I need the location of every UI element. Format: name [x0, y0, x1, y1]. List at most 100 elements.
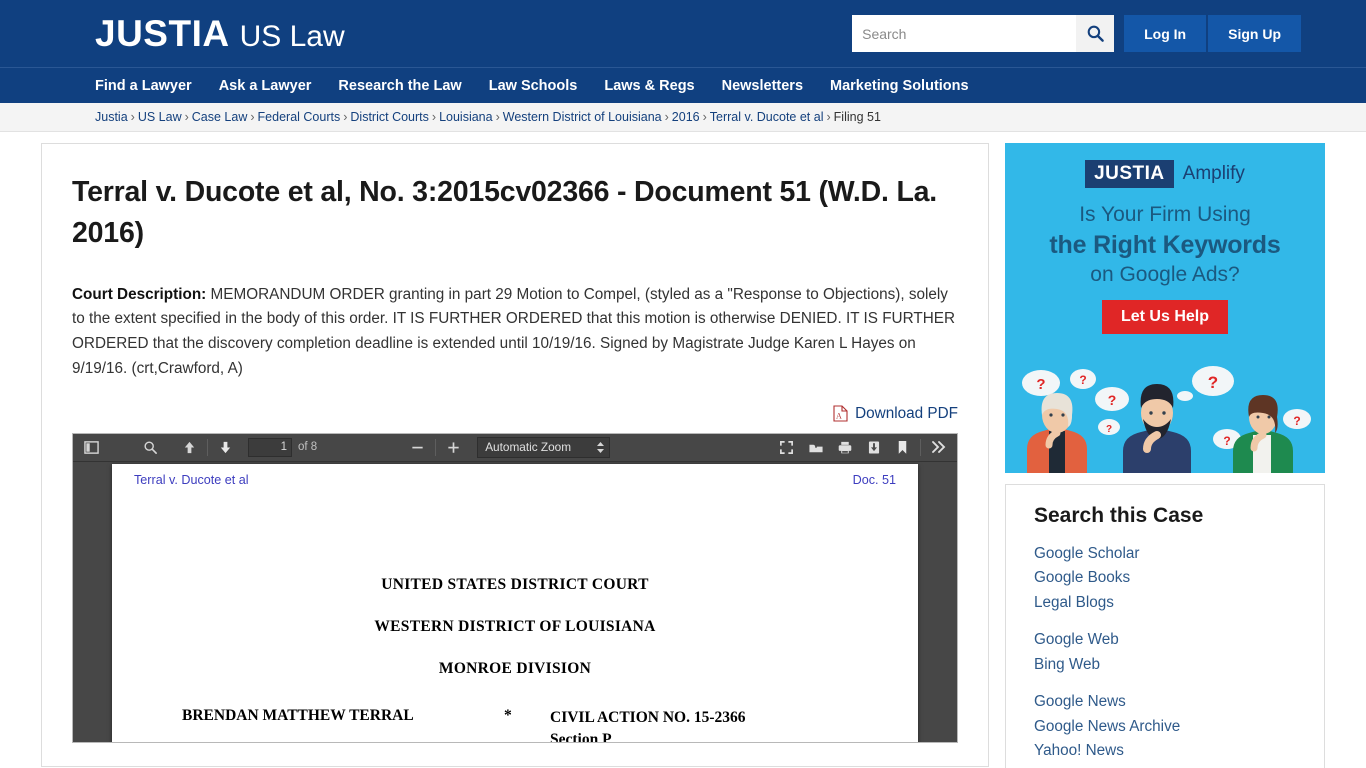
fullscreen-icon — [780, 440, 793, 454]
main-navigation: Find a Lawyer Ask a Lawyer Research the … — [0, 67, 1366, 103]
pdf-toolbar: of 8 Automatic Zoom — [73, 433, 957, 462]
header-search[interactable] — [852, 15, 1115, 52]
open-file-button[interactable] — [801, 435, 830, 459]
breadcrumb-item-case-law[interactable]: Case Law — [192, 110, 248, 124]
nav-item-law-schools[interactable]: Law Schools — [489, 78, 578, 94]
svg-text:?: ? — [1223, 434, 1230, 448]
sidebar-link-google-news-archive[interactable]: Google News Archive — [1034, 715, 1296, 739]
find-button[interactable] — [136, 435, 165, 459]
more-tools-button[interactable] — [924, 435, 953, 459]
ad-justia-logo: JUSTIA — [1085, 160, 1174, 188]
nav-item-newsletters[interactable]: Newsletters — [722, 78, 803, 94]
breadcrumb-separator: › — [664, 110, 669, 124]
pdf-page-1: Terral v. Ducote et al Doc. 51 UNITED ST… — [112, 463, 918, 743]
logo-justia-text: JUSTIA — [95, 13, 230, 54]
zoom-select-label: Automatic Zoom — [485, 440, 572, 455]
ad-headline-line-1: Is Your Firm Using — [1079, 203, 1251, 226]
pdf-court-line-1: UNITED STATES DISTRICT COURT — [381, 575, 649, 593]
sidebar-link-legal-blogs[interactable]: Legal Blogs — [1034, 591, 1296, 615]
ad-headline-line-3: on Google Ads? — [1090, 263, 1240, 286]
breadcrumb-item-terral-v-ducote[interactable]: Terral v. Ducote et al — [710, 110, 824, 124]
nav-item-find-a-lawyer[interactable]: Find a Lawyer — [95, 78, 192, 94]
pdf-civil-action-number: CIVIL ACTION NO. 15-2366 — [550, 708, 746, 726]
breadcrumb-item-federal-courts[interactable]: Federal Courts — [258, 110, 341, 124]
page-count-label: of 8 — [298, 441, 318, 454]
logo-subtitle-text: US Law — [239, 20, 345, 53]
breadcrumb: Justia › US Law › Case Law › Federal Courts › Di… — [32, 110, 1334, 124]
download-button[interactable] — [859, 435, 888, 459]
breadcrumb-separator: › — [343, 110, 348, 124]
nav-item-marketing-solutions[interactable]: Marketing Solutions — [830, 78, 969, 94]
svg-text:A: A — [836, 412, 842, 421]
svg-text:?: ? — [1106, 424, 1112, 435]
download-pdf-label: Download PDF — [855, 404, 958, 422]
breadcrumb-item-justia[interactable]: Justia — [95, 110, 128, 124]
pdf-party-name: BRENDAN MATTHEW TERRAL — [182, 706, 414, 724]
svg-text:?: ? — [1079, 373, 1086, 387]
page-body: Terral v. Ducote et al, No. 3:2015cv0236… — [32, 132, 1334, 768]
open-file-icon — [808, 441, 823, 452]
zoom-in-button[interactable] — [439, 435, 468, 459]
ad-headline-line-2: the Right Keywords — [1049, 231, 1281, 259]
zoom-select[interactable]: Automatic Zoom — [477, 436, 611, 458]
select-spinner-icon — [597, 441, 605, 453]
pdf-section: Section P — [550, 731, 612, 743]
pdf-file-icon: A — [833, 405, 848, 422]
right-sidebar: JUSTIA Amplify Is Your Firm Using the Ri… — [1005, 143, 1325, 768]
search-this-case-card: Search this Case Google Scholar Google B… — [1005, 484, 1325, 768]
search-input[interactable] — [852, 15, 1077, 52]
nav-item-research-the-law[interactable]: Research the Law — [338, 78, 461, 94]
plus-icon — [448, 442, 459, 453]
site-logo[interactable]: JUSTIA US Law — [41, 15, 345, 52]
ad-brand-row: JUSTIA Amplify — [1005, 143, 1325, 188]
sidebar-link-yahoo-news[interactable]: Yahoo! News — [1034, 739, 1296, 763]
sidebar-link-google-web[interactable]: Google Web — [1034, 628, 1296, 652]
zoom-out-button[interactable] — [403, 435, 432, 459]
breadcrumb-item-western-district-of-louisiana[interactable]: Western District of Louisiana — [503, 110, 662, 124]
pdf-header-doc-number: Doc. 51 — [852, 472, 896, 487]
page-title: Terral v. Ducote et al, No. 3:2015cv0236… — [72, 176, 938, 250]
toolbar-divider — [920, 438, 921, 456]
login-button[interactable]: Log In — [1124, 15, 1207, 52]
breadcrumb-item-2016[interactable]: 2016 — [672, 110, 700, 124]
previous-page-button[interactable] — [175, 435, 204, 459]
breadcrumb-item-louisiana[interactable]: Louisiana — [439, 110, 493, 124]
svg-text:?: ? — [1293, 414, 1300, 428]
bookmark-button[interactable] — [888, 435, 917, 459]
arrow-down-icon — [220, 441, 231, 453]
svg-text:?: ? — [1208, 373, 1218, 392]
nav-item-ask-a-lawyer[interactable]: Ask a Lawyer — [219, 78, 312, 94]
search-button[interactable] — [1076, 15, 1115, 52]
ad-amplify-label: Amplify — [1182, 163, 1245, 184]
next-page-button[interactable] — [211, 435, 240, 459]
sidebar-link-google-news[interactable]: Google News — [1034, 690, 1296, 714]
chevron-double-right-icon — [931, 441, 945, 454]
bookmark-icon — [898, 440, 907, 454]
magnifier-icon — [144, 441, 157, 454]
sidebar-link-google-scholar[interactable]: Google Scholar — [1034, 542, 1296, 566]
breadcrumb-current: Filing 51 — [833, 110, 881, 124]
sidebar-group-divider — [1034, 615, 1296, 628]
presentation-mode-button[interactable] — [772, 435, 801, 459]
pdf-canvas-area[interactable]: Terral v. Ducote et al Doc. 51 UNITED ST… — [73, 461, 957, 743]
pdf-caption-star: * — [504, 706, 512, 724]
pdf-case-caption: BRENDAN MATTHEW TERRAL * CIVIL ACTION NO… — [134, 706, 896, 743]
nav-item-laws-and-regs[interactable]: Laws & Regs — [604, 78, 694, 94]
ad-cta-button[interactable]: Let Us Help — [1101, 300, 1228, 334]
breadcrumb-item-us-law[interactable]: US Law — [138, 110, 182, 124]
pdf-header-case-name: Terral v. Ducote et al — [134, 472, 249, 487]
search-icon — [1087, 25, 1104, 42]
print-button[interactable] — [830, 435, 859, 459]
advertisement-justia-amplify[interactable]: JUSTIA Amplify Is Your Firm Using the Ri… — [1005, 143, 1325, 473]
download-pdf-link[interactable]: A Download PDF — [833, 405, 958, 423]
breadcrumb-bar: Justia › US Law › Case Law › Federal Courts › Di… — [0, 103, 1366, 132]
sidebar-link-google-books[interactable]: Google Books — [1034, 566, 1296, 590]
sidebar-group-divider — [1034, 677, 1296, 690]
toggle-sidebar-button[interactable] — [77, 435, 106, 459]
toolbar-divider — [207, 438, 208, 456]
page-number-input[interactable] — [248, 437, 292, 457]
svg-text:?: ? — [1036, 376, 1045, 393]
signup-button[interactable]: Sign Up — [1208, 15, 1301, 52]
breadcrumb-item-district-courts[interactable]: District Courts — [350, 110, 428, 124]
sidebar-link-bing-web[interactable]: Bing Web — [1034, 653, 1296, 677]
